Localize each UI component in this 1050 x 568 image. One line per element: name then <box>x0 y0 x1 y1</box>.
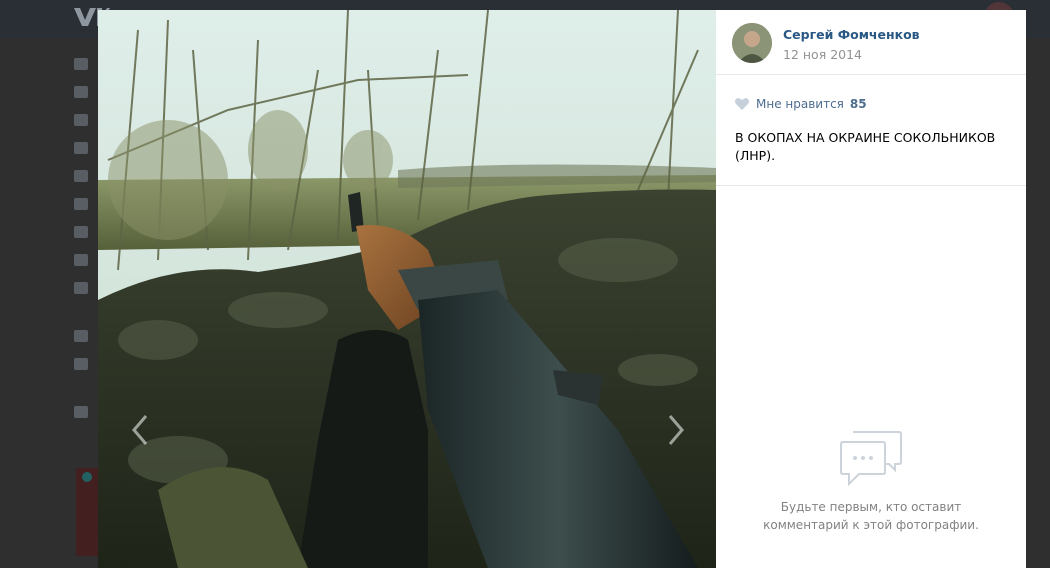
photo-caption: В ОКОПАХ НА ОКРАИНЕ СОКОЛЬНИКОВ (ЛНР). <box>735 130 996 163</box>
videos-icon[interactable] <box>74 254 88 266</box>
author-avatar[interactable] <box>732 23 772 63</box>
games-icon[interactable] <box>74 282 88 294</box>
music-icon[interactable] <box>74 226 88 238</box>
messages-icon[interactable] <box>74 114 88 126</box>
like-button[interactable]: Мне нравится 85 <box>734 95 867 113</box>
left-menu <box>74 58 92 434</box>
anchor-icon[interactable] <box>74 406 88 418</box>
photo-sidebar: Сергей Фомченков 12 ноя 2014 Мне нравитс… <box>716 10 1026 568</box>
like-count[interactable]: 85 <box>850 97 867 111</box>
photo-date[interactable]: 12 ноя 2014 <box>783 47 862 62</box>
prev-photo-button[interactable] <box>128 410 152 450</box>
heart-icon <box>735 98 749 110</box>
apps-icon[interactable] <box>74 330 88 342</box>
side-widget[interactable] <box>76 468 100 556</box>
author-name-link[interactable]: Сергей Фомченков <box>783 27 920 42</box>
author-block: Сергей Фомченков 12 ноя 2014 <box>716 10 1026 75</box>
photo-info: Мне нравится 85 В ОКОПАХ НА ОКРАИНЕ СОКО… <box>716 75 1026 186</box>
chevron-right-icon <box>668 415 684 445</box>
photo-viewer: Сергей Фомченков 12 ноя 2014 Мне нравитс… <box>98 10 1026 568</box>
like-label: Мне нравится <box>756 97 844 111</box>
next-photo-button[interactable] <box>664 410 688 450</box>
bookmarks-icon[interactable] <box>74 358 88 370</box>
author-avatar-image <box>732 23 772 63</box>
chevron-left-icon <box>132 415 148 445</box>
comments-empty-state: Будьте первым, кто оставит комментарий к… <box>716 430 1026 534</box>
home-icon[interactable] <box>74 58 88 70</box>
comments-empty-text: Будьте первым, кто оставит комментарий к… <box>763 500 979 532</box>
groups-icon[interactable] <box>74 170 88 182</box>
friends-icon[interactable] <box>74 142 88 154</box>
comment-bubble-icon <box>840 431 902 487</box>
photos-icon[interactable] <box>74 198 88 210</box>
photo-image <box>98 10 716 568</box>
photo[interactable] <box>98 10 716 568</box>
news-icon[interactable] <box>74 86 88 98</box>
